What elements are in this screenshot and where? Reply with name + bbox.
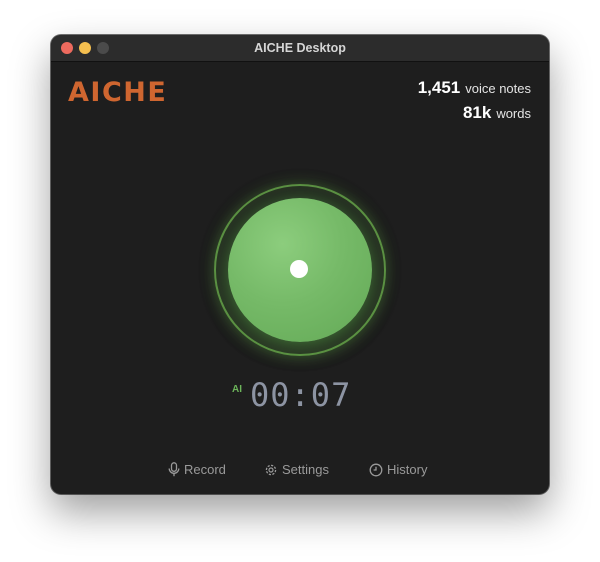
words-count: 81k bbox=[462, 103, 492, 122]
record-dot-icon bbox=[290, 260, 308, 278]
nav-record-label: Record bbox=[184, 462, 226, 477]
voice-notes-stat: 1,451 voice notes bbox=[418, 77, 531, 102]
words-stat: 81k words bbox=[418, 102, 531, 127]
nav-settings-label: Settings bbox=[282, 462, 329, 477]
title-bar: AICHE Desktop bbox=[51, 35, 549, 62]
app-logo: AICHE bbox=[68, 77, 168, 108]
app-window: AICHE Desktop AICHE 1,451 voice notes 81k… bbox=[51, 35, 549, 494]
gear-icon bbox=[264, 462, 282, 477]
nav-settings-button[interactable]: Settings bbox=[264, 461, 329, 479]
clock-icon bbox=[369, 462, 387, 477]
window-title: AICHE Desktop bbox=[254, 41, 346, 55]
ai-badge: AI bbox=[232, 384, 242, 395]
recording-timer: 00:07 bbox=[250, 376, 352, 414]
voice-notes-count: 1,451 bbox=[417, 78, 461, 97]
nav-history-label: History bbox=[387, 462, 428, 477]
nav-history-button[interactable]: History bbox=[369, 461, 427, 479]
voice-notes-label: voice notes bbox=[465, 81, 531, 96]
nav-record-button[interactable]: Record bbox=[168, 461, 226, 479]
usage-stats: 1,451 voice notes 81k words bbox=[418, 77, 531, 127]
words-label: words bbox=[496, 106, 531, 121]
microphone-icon bbox=[168, 462, 184, 477]
